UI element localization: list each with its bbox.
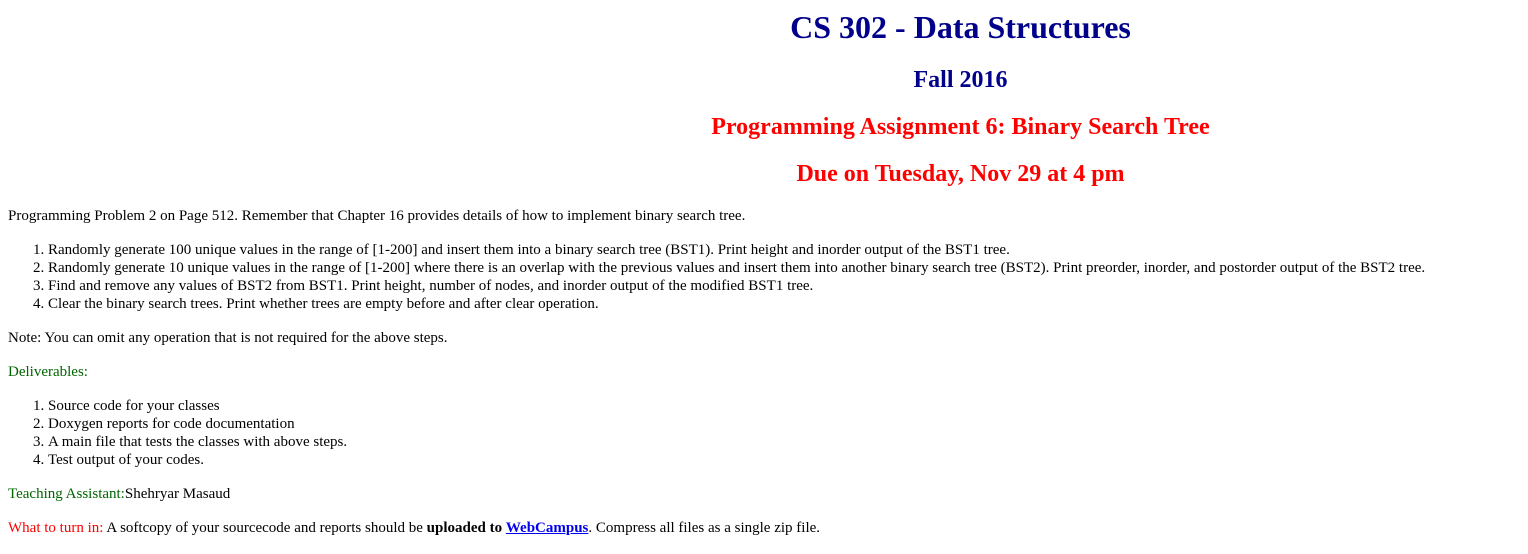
intro-paragraph: Programming Problem 2 on Page 512. Remem…: [8, 208, 746, 224]
assignment-heading: Programming Assignment 6: Binary Search …: [711, 114, 1210, 140]
step-item: Randomly generate 100 unique values in t…: [48, 241, 1425, 259]
teaching-assistant-line: Teaching Assistant:Shehryar Masaud: [8, 485, 230, 503]
deliverable-item: Source code for your classes: [48, 397, 347, 415]
turn-in-label: What to turn in:: [8, 520, 104, 536]
webcampus-link[interactable]: WebCampus: [506, 520, 589, 536]
step-item: Clear the binary search trees. Print whe…: [48, 295, 1425, 313]
term-heading: Fall 2016: [913, 67, 1008, 93]
ta-name: Shehryar Masaud: [124, 486, 231, 502]
deliverable-item: Doxygen reports for code documentation: [48, 415, 347, 433]
step-item: Find and remove any values of BST2 from …: [48, 277, 1425, 295]
due-date-heading: Due on Tuesday, Nov 29 at 4 pm: [796, 161, 1125, 187]
turn-in-text: A softcopy of your sourcecode and report…: [103, 520, 427, 536]
turn-in-bold-text: uploaded to: [426, 520, 503, 536]
note-paragraph: Note: You can omit any operation that is…: [8, 330, 448, 346]
turn-in-trailing-text: . Compress all files as a single zip fil…: [588, 520, 821, 536]
steps-list: Randomly generate 100 unique values in t…: [8, 241, 1425, 313]
ta-label: Teaching Assistant:: [8, 486, 125, 502]
deliverables-label: Deliverables:: [8, 364, 88, 380]
deliverables-list: Source code for your classes Doxygen rep…: [8, 397, 347, 469]
course-title: CS 302 - Data Structures: [790, 9, 1131, 45]
step-item: Randomly generate 10 unique values in th…: [48, 259, 1425, 277]
deliverable-item: Test output of your codes.: [48, 451, 347, 469]
deliverable-item: A main file that tests the classes with …: [48, 433, 347, 451]
turn-in-line: What to turn in: A softcopy of your sour…: [8, 519, 820, 537]
